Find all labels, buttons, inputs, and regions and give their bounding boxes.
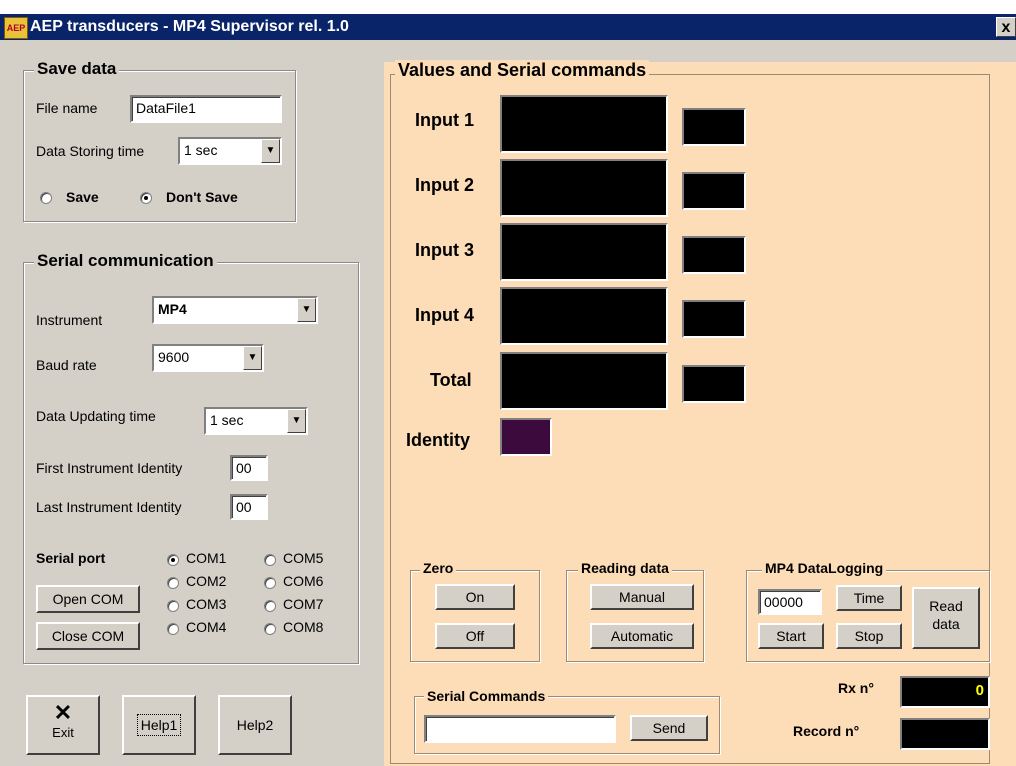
exit-label: Exit xyxy=(52,725,74,740)
com8-radio[interactable] xyxy=(264,623,276,635)
zero-legend: Zero xyxy=(420,560,457,576)
file-name-label: File name xyxy=(36,100,98,116)
serial-communication-legend: Serial communication xyxy=(34,251,217,271)
read-data-label: Read data xyxy=(929,598,963,632)
com1-radio[interactable] xyxy=(167,554,179,566)
input1-value-display xyxy=(500,95,668,153)
baud-rate-label: Baud rate xyxy=(36,357,97,373)
updating-time-label: Data Updating time xyxy=(36,408,156,424)
instrument-value: MP4 xyxy=(158,301,187,317)
record-count-display xyxy=(900,718,990,750)
baud-rate-select[interactable]: 9600 ▼ xyxy=(152,344,264,372)
serial-command-input[interactable] xyxy=(424,715,616,743)
input4-value-display xyxy=(500,287,668,345)
input2-value-display xyxy=(500,159,668,217)
close-com-button[interactable]: Close COM xyxy=(36,622,140,650)
automatic-button[interactable]: Automatic xyxy=(590,623,694,649)
last-identity-input[interactable]: 00 xyxy=(230,494,268,520)
com6-label: COM6 xyxy=(283,573,324,589)
window-title: AEP transducers - MP4 Supervisor rel. 1.… xyxy=(30,18,349,35)
close-button[interactable]: x xyxy=(996,17,1016,37)
time-button[interactable]: Time xyxy=(836,585,902,611)
com4-radio[interactable] xyxy=(167,623,179,635)
zero-on-button[interactable]: On xyxy=(435,584,515,610)
input1-label: Input 1 xyxy=(415,110,474,130)
chevron-down-icon[interactable]: ▼ xyxy=(287,409,306,433)
com7-label: COM7 xyxy=(283,596,324,612)
input3-unit-display xyxy=(682,236,746,274)
save-data-legend: Save data xyxy=(34,59,120,79)
serial-commands-legend: Serial Commands xyxy=(424,688,549,704)
reading-data-legend: Reading data xyxy=(578,560,672,576)
updating-time-select[interactable]: 1 sec ▼ xyxy=(204,407,308,435)
dont-save-radio[interactable] xyxy=(140,192,152,204)
record-count-label: Record n° xyxy=(793,723,860,739)
input3-value-display xyxy=(500,223,668,281)
chevron-down-icon[interactable]: ▼ xyxy=(243,346,262,370)
read-data-button[interactable]: Read data xyxy=(912,587,980,649)
instrument-select[interactable]: MP4 ▼ xyxy=(152,296,318,324)
total-label: Total xyxy=(430,370,472,390)
com2-radio[interactable] xyxy=(167,577,179,589)
app-logo-icon: AEP xyxy=(4,17,28,39)
total-unit-display xyxy=(682,365,746,403)
input4-label: Input 4 xyxy=(415,305,474,325)
save-label: Save xyxy=(66,189,99,205)
total-value-display xyxy=(500,352,668,410)
input1-unit-display xyxy=(682,108,746,146)
identity-display xyxy=(500,418,552,456)
last-identity-label: Last Instrument Identity xyxy=(36,499,182,515)
send-button[interactable]: Send xyxy=(630,715,708,741)
com3-label: COM3 xyxy=(186,596,227,612)
com7-radio[interactable] xyxy=(264,600,276,612)
help2-button[interactable]: Help2 xyxy=(218,695,292,755)
first-identity-label: First Instrument Identity xyxy=(36,460,183,476)
datalogging-counter-input[interactable]: 00000 xyxy=(758,589,822,615)
updating-time-value: 1 sec xyxy=(210,412,244,428)
dont-save-label: Don't Save xyxy=(166,189,238,205)
instrument-label: Instrument xyxy=(36,312,103,328)
storing-time-label: Data Storing time xyxy=(36,143,145,159)
exit-button[interactable]: ✕ Exit xyxy=(26,695,100,755)
save-radio[interactable] xyxy=(40,192,52,204)
stop-button[interactable]: Stop xyxy=(836,623,902,649)
open-com-button[interactable]: Open COM xyxy=(36,585,140,613)
serial-port-label: Serial port xyxy=(36,550,106,566)
baud-rate-value: 9600 xyxy=(158,349,190,365)
com2-label: COM2 xyxy=(186,573,227,589)
com3-radio[interactable] xyxy=(167,600,179,612)
chevron-down-icon[interactable]: ▼ xyxy=(261,139,280,163)
values-header-strip xyxy=(384,40,1016,62)
file-name-input[interactable]: DataFile1 xyxy=(130,95,282,123)
com6-radio[interactable] xyxy=(264,577,276,589)
rx-count-display: 0 xyxy=(900,676,990,708)
input4-unit-display xyxy=(682,300,746,338)
first-identity-input[interactable]: 00 xyxy=(230,455,268,481)
datalogging-legend: MP4 DataLogging xyxy=(762,560,887,576)
com4-label: COM4 xyxy=(186,619,227,635)
help1-button[interactable]: Help1 xyxy=(122,695,196,755)
input2-unit-display xyxy=(682,172,746,210)
values-legend: Values and Serial commands xyxy=(395,60,650,81)
com1-label: COM1 xyxy=(186,550,227,566)
zero-off-button[interactable]: Off xyxy=(435,623,515,649)
storing-time-value: 1 sec xyxy=(184,142,218,158)
chevron-down-icon[interactable]: ▼ xyxy=(297,298,316,322)
start-button[interactable]: Start xyxy=(758,623,824,649)
identity-label: Identity xyxy=(406,430,471,450)
com5-label: COM5 xyxy=(283,550,324,566)
com5-radio[interactable] xyxy=(264,554,276,566)
help1-label: Help1 xyxy=(136,714,182,736)
storing-time-select[interactable]: 1 sec ▼ xyxy=(178,137,282,165)
rx-count-label: Rx n° xyxy=(838,680,874,696)
input2-label: Input 2 xyxy=(415,175,474,195)
close-icon: ✕ xyxy=(53,700,73,725)
input3-label: Input 3 xyxy=(415,240,474,260)
com8-label: COM8 xyxy=(283,619,324,635)
manual-button[interactable]: Manual xyxy=(590,584,694,610)
